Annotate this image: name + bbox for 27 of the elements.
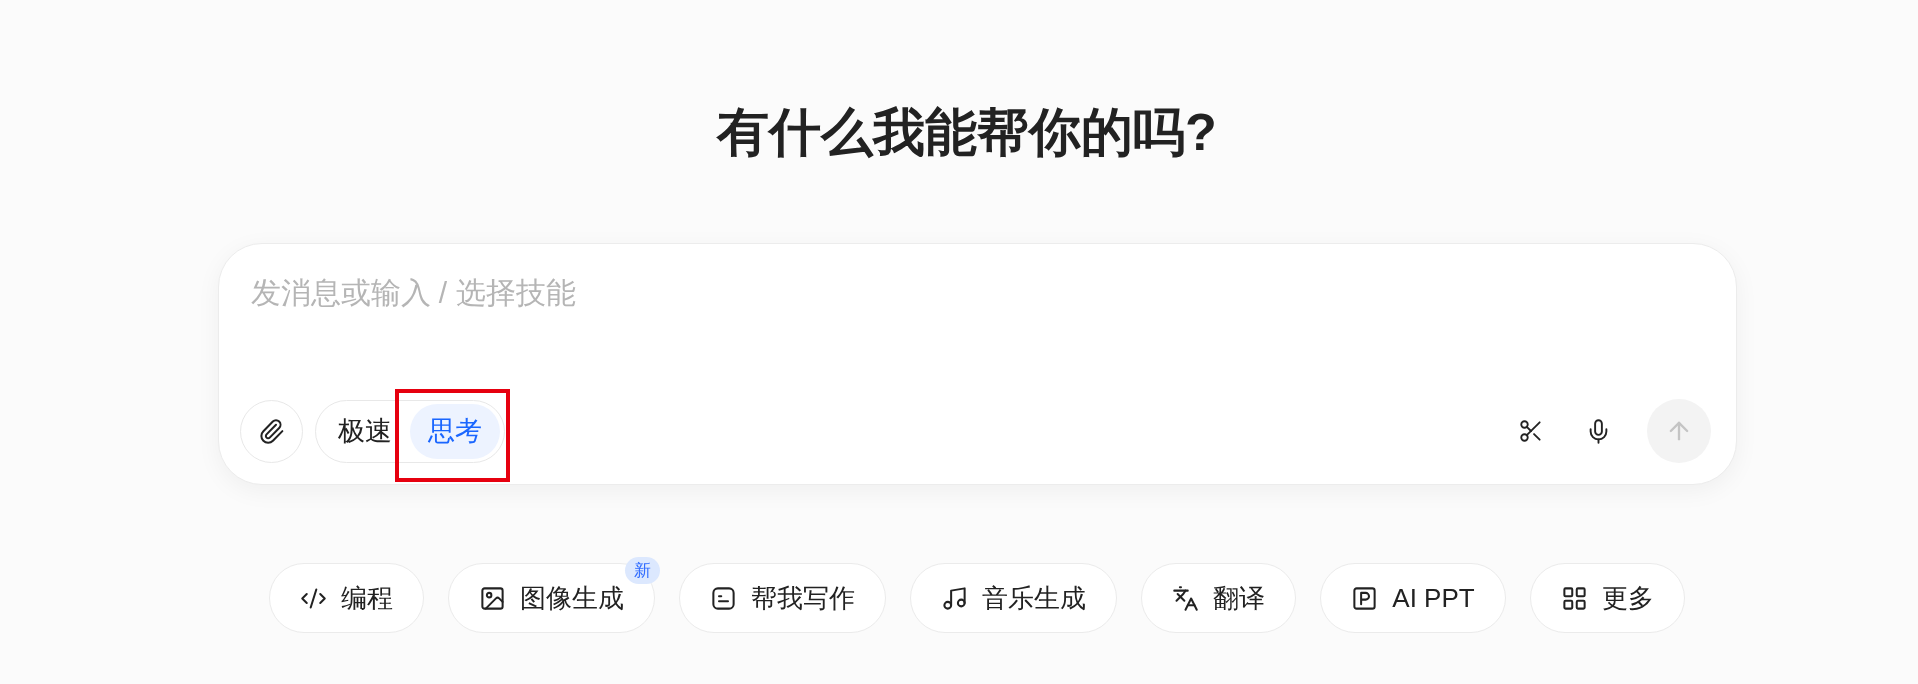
skill-chip[interactable]: 翻译 (1141, 563, 1297, 633)
skill-label: 翻译 (1213, 581, 1266, 615)
skill-label: 编程 (341, 581, 394, 615)
message-input[interactable]: 发消息或输入 / 选择技能 (250, 273, 1711, 399)
translate-icon (1172, 584, 1200, 612)
page-heading: 有什么我能帮你的吗? (717, 102, 1217, 163)
image-icon (479, 584, 507, 612)
skill-label: 音乐生成 (982, 581, 1087, 615)
new-badge: 新 (625, 557, 661, 584)
skill-label: 图像生成 (520, 581, 625, 615)
scissors-icon (1517, 418, 1544, 444)
skill-label: 帮我写作 (751, 581, 856, 615)
skill-label: AI PPT (1392, 582, 1475, 614)
skill-chip[interactable]: 更多 (1529, 563, 1685, 633)
skill-chip[interactable]: 帮我写作 (679, 563, 887, 633)
message-composer[interactable]: 发消息或输入 / 选择技能 极速 思考 (217, 243, 1737, 485)
skill-chip[interactable]: 音乐生成 (910, 563, 1118, 633)
paperclip-icon (257, 417, 285, 445)
text-lines-icon (710, 584, 738, 612)
music-note-icon (941, 584, 969, 612)
skill-label: 更多 (1601, 581, 1654, 615)
skill-chip[interactable]: 编程 (269, 563, 425, 633)
mode-toggle[interactable]: 思考 (409, 403, 500, 459)
skill-chip[interactable]: AI PPT (1320, 563, 1506, 633)
p-square-icon (1351, 584, 1379, 612)
grid-icon (1560, 584, 1588, 612)
mode-toggle[interactable]: 极速 (319, 403, 410, 459)
